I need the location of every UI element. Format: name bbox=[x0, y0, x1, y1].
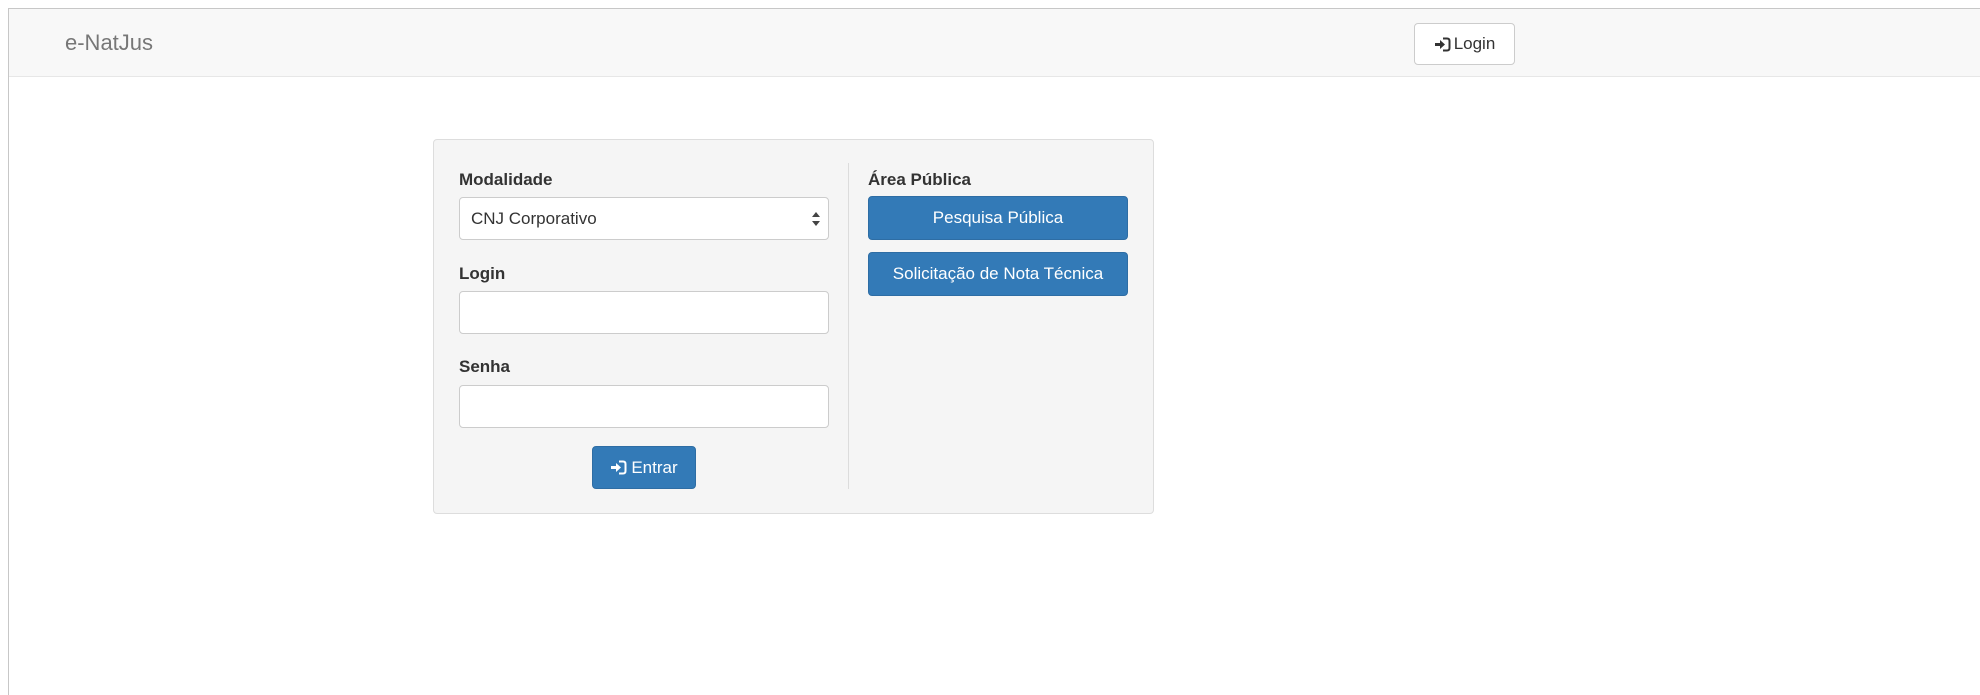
senha-input[interactable] bbox=[459, 385, 829, 428]
navbar: e-NatJus Login bbox=[9, 9, 1980, 77]
modalidade-label: Modalidade bbox=[459, 170, 553, 189]
area-publica-title: Área Pública bbox=[868, 170, 971, 189]
senha-label: Senha bbox=[459, 357, 511, 376]
entrar-button[interactable]: Entrar bbox=[592, 446, 696, 489]
column-divider bbox=[848, 163, 849, 489]
navbar-login-label: Login bbox=[1453, 34, 1496, 53]
navbar-login-button[interactable]: Login bbox=[1414, 23, 1515, 65]
modalidade-select[interactable]: CNJ Corporativo bbox=[459, 197, 829, 240]
modalidade-selected-value: CNJ Corporativo bbox=[471, 209, 597, 228]
enter-icon bbox=[1434, 37, 1451, 51]
solicitacao-nota-tecnica-button[interactable]: Solicitação de Nota Técnica bbox=[868, 252, 1128, 296]
login-input[interactable] bbox=[459, 291, 829, 334]
browser-viewport: e-NatJus Login Modalidade CNJ Corporativ… bbox=[8, 8, 1980, 695]
brand-link[interactable]: e-NatJus bbox=[65, 31, 153, 55]
entrar-label: Entrar bbox=[631, 457, 678, 477]
login-label: Login bbox=[459, 264, 506, 283]
sort-arrows-icon bbox=[812, 212, 820, 226]
pesquisa-publica-button[interactable]: Pesquisa Pública bbox=[868, 196, 1128, 240]
enter-icon bbox=[611, 460, 627, 475]
login-panel: Modalidade CNJ Corporativo Login Senha E… bbox=[433, 139, 1154, 514]
